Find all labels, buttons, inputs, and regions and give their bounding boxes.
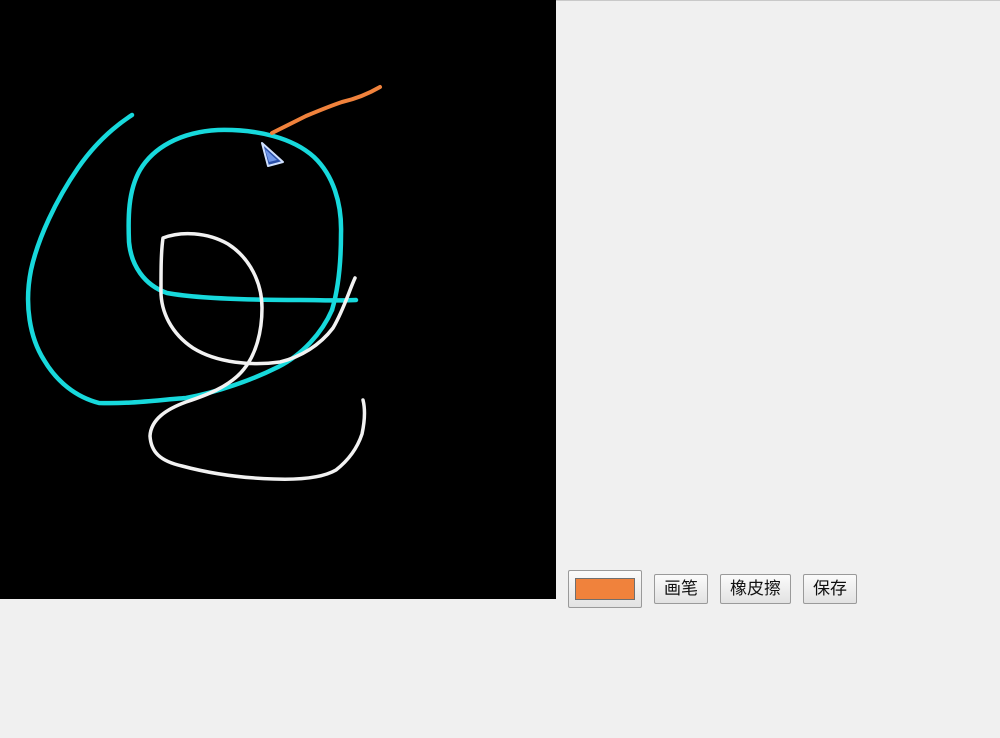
- color-picker-button[interactable]: [568, 570, 642, 608]
- eraser-button[interactable]: 橡皮擦: [720, 574, 791, 604]
- color-swatch: [575, 578, 635, 600]
- save-button[interactable]: 保存: [803, 574, 857, 604]
- paint-app-window: 画笔 橡皮擦 保存: [0, 0, 1000, 738]
- drawing-canvas[interactable]: [0, 0, 556, 599]
- top-border: [556, 0, 1000, 1]
- drawing-canvas-svg[interactable]: [0, 0, 556, 599]
- toolbar: 画笔 橡皮擦 保存: [568, 569, 857, 609]
- pen-button[interactable]: 画笔: [654, 574, 708, 604]
